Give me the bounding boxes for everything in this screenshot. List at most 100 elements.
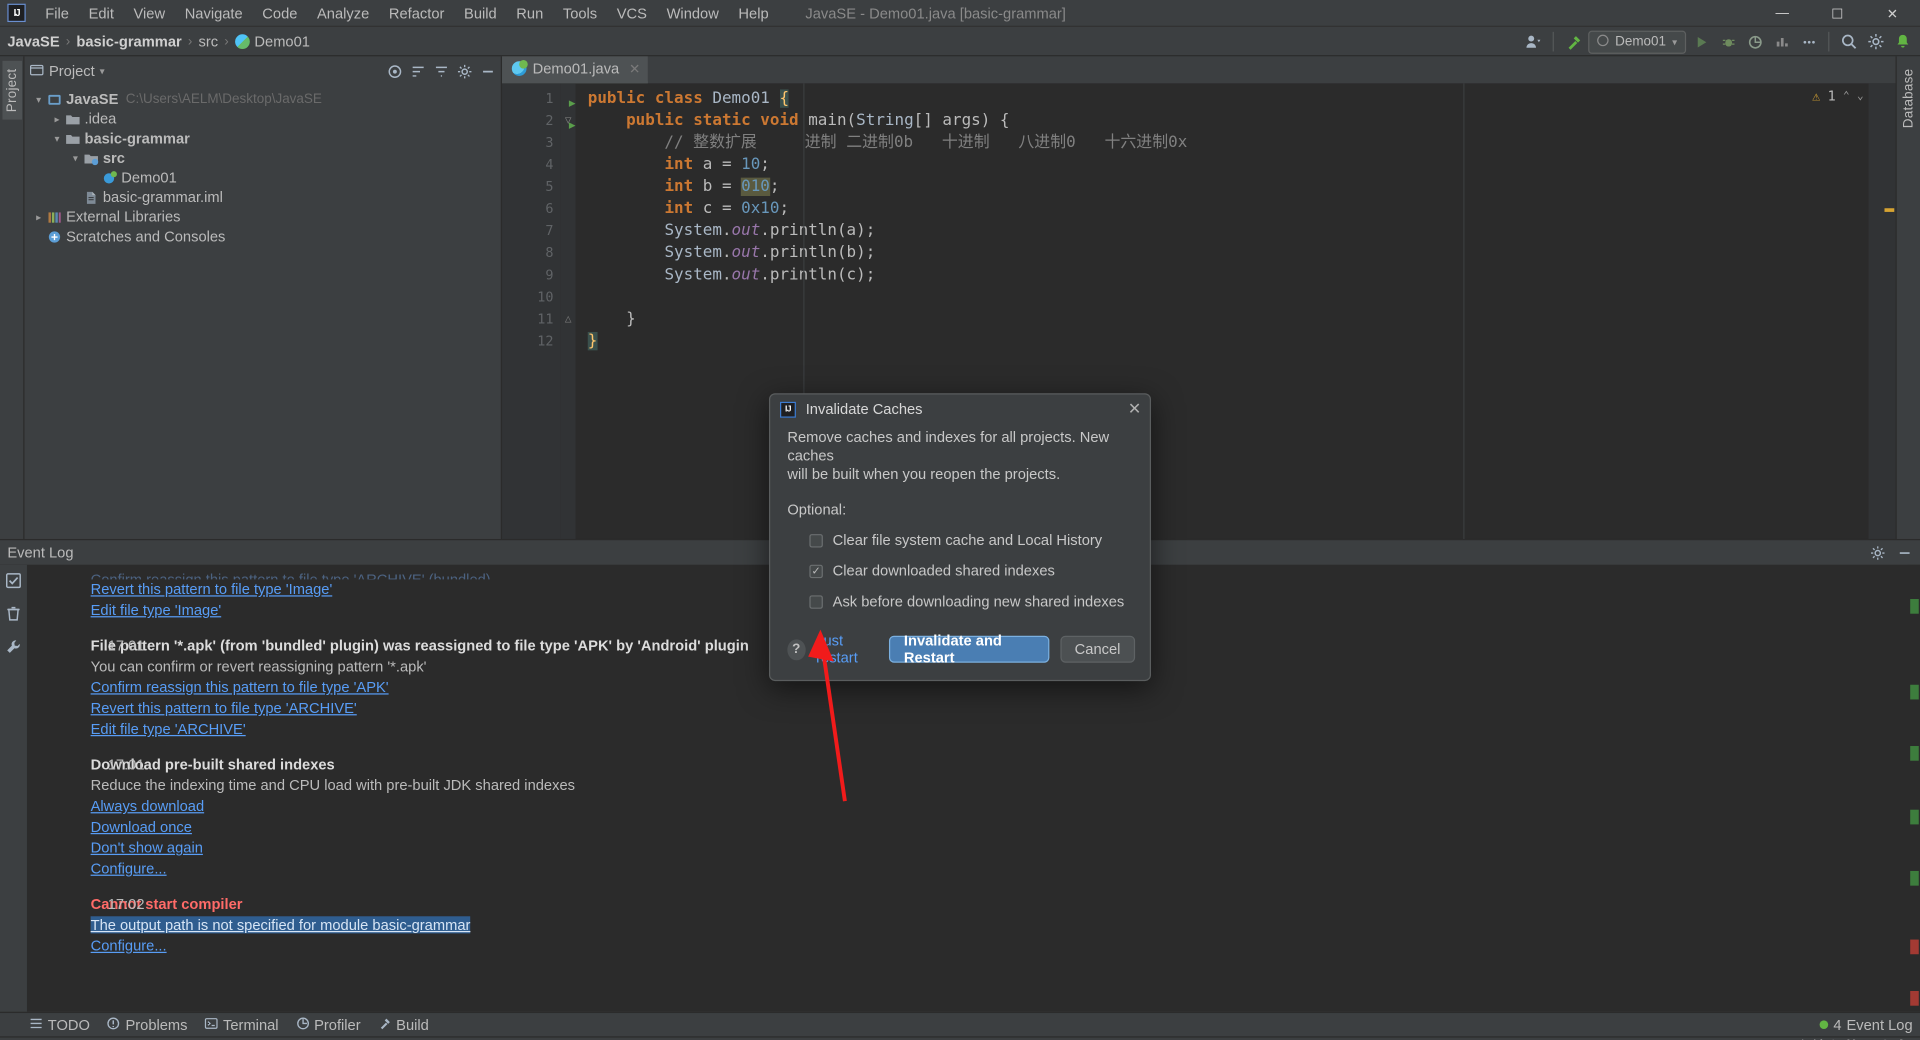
minimize-button[interactable]: — bbox=[1755, 0, 1810, 27]
mark-read-icon[interactable] bbox=[5, 572, 22, 593]
bottom-tab-build[interactable]: Build bbox=[378, 1016, 429, 1033]
run-configuration-selector[interactable]: Demo01 ▾ bbox=[1588, 30, 1687, 54]
inspection-status-widget[interactable]: ⚠ 1 ⌃ ⌄ bbox=[1812, 88, 1864, 104]
breadcrumb-item-demo01[interactable]: Demo01 bbox=[234, 32, 310, 50]
event-action-link[interactable]: Always download bbox=[91, 796, 1920, 817]
sort-alpha-icon[interactable] bbox=[409, 62, 426, 79]
nav-up-icon[interactable]: ⌃ bbox=[1843, 90, 1850, 102]
menu-item-code[interactable]: Code bbox=[252, 2, 307, 24]
tree-node-external-libraries[interactable]: ▸ External Libraries bbox=[27, 207, 501, 227]
checkbox-row[interactable]: ✓ Clear downloaded shared indexes bbox=[787, 562, 1132, 579]
just-restart-link[interactable]: Just restart bbox=[816, 632, 878, 666]
sidebar-tab-project[interactable]: Project bbox=[1, 61, 22, 120]
notifications-icon[interactable] bbox=[1891, 29, 1915, 53]
more-options-icon[interactable] bbox=[1796, 29, 1820, 53]
close-icon[interactable]: ✕ bbox=[629, 61, 640, 77]
bottom-tab-profiler[interactable]: Profiler bbox=[296, 1016, 361, 1033]
menu-item-analyze[interactable]: Analyze bbox=[307, 2, 379, 24]
menu-item-refactor[interactable]: Refactor bbox=[379, 2, 454, 24]
code-folding-column[interactable]: ▽ △ bbox=[560, 83, 576, 539]
event-log-tab[interactable]: 4 Event Log bbox=[1819, 1016, 1913, 1033]
user-avatar-icon[interactable] bbox=[1521, 29, 1545, 53]
menu-item-run[interactable]: Run bbox=[506, 2, 553, 24]
bottom-tab-terminal[interactable]: Terminal bbox=[205, 1016, 279, 1033]
hide-panel-icon[interactable] bbox=[479, 62, 496, 79]
expand-arrow-icon[interactable]: ▸ bbox=[50, 113, 63, 124]
flatten-packages-icon[interactable] bbox=[432, 62, 449, 79]
event-title: Cannot start compiler bbox=[90, 895, 243, 913]
code-editor[interactable]: 1 ▶ 2 ▶ 3 4 5 6 7 8 9 10 11 12 ▽ △ public class Demo01… bbox=[502, 83, 1896, 539]
cancel-button[interactable]: Cancel bbox=[1059, 635, 1136, 663]
expand-arrow-icon[interactable]: ▾ bbox=[69, 153, 82, 164]
invalidate-and-restart-button[interactable]: Invalidate and Restart bbox=[889, 632, 1049, 666]
breadcrumb-item-basic-grammar[interactable]: basic-grammar bbox=[76, 32, 181, 49]
editor-tab-demo01[interactable]: Demo01.java ✕ bbox=[502, 56, 648, 84]
event-action-link[interactable]: Configure... bbox=[91, 936, 1920, 957]
event-action-link[interactable]: Edit file type 'ARCHIVE' bbox=[91, 719, 1920, 740]
tree-node-scratches-and-consoles[interactable]: Scratches and Consoles bbox=[27, 227, 501, 247]
expand-arrow-icon[interactable]: ▸ bbox=[32, 211, 45, 222]
tree-node--idea[interactable]: ▸ .idea bbox=[27, 109, 501, 129]
hammer-build-icon[interactable] bbox=[1561, 29, 1585, 53]
checkbox-row[interactable]: Clear file system cache and Local Histor… bbox=[787, 532, 1132, 549]
chevron-down-icon[interactable]: ▾ bbox=[100, 66, 105, 77]
project-panel-title-group[interactable]: Project ▾ bbox=[29, 62, 105, 80]
run-gutter-icon[interactable]: ▶ bbox=[569, 115, 576, 137]
hide-panel-icon[interactable] bbox=[1896, 544, 1913, 561]
menu-item-tools[interactable]: Tools bbox=[553, 2, 607, 24]
warning-marker[interactable] bbox=[1884, 208, 1895, 212]
tree-node-basic-grammar[interactable]: ▾ basic-grammar bbox=[27, 129, 501, 149]
invalidate-caches-dialog[interactable]: IJ Invalidate Caches ✕ Remove caches and… bbox=[768, 393, 1152, 682]
event-action-link[interactable]: Don't show again bbox=[91, 838, 1920, 859]
breadcrumb-item-javase[interactable]: JavaSE bbox=[7, 32, 59, 49]
menu-item-edit[interactable]: Edit bbox=[79, 2, 124, 24]
menu-item-navigate[interactable]: Navigate bbox=[175, 2, 253, 24]
bottom-tab-label: Problems bbox=[125, 1016, 188, 1034]
tree-node-demo01[interactable]: Demo01 bbox=[27, 168, 501, 188]
run-gutter-icon[interactable]: ▶ bbox=[569, 93, 576, 115]
checkbox-row[interactable]: Ask before downloading new shared indexe… bbox=[787, 593, 1132, 610]
tree-node-src[interactable]: ▾ src bbox=[27, 148, 501, 168]
sidebar-tab-database[interactable]: Database bbox=[1899, 61, 1919, 135]
search-icon[interactable] bbox=[1837, 29, 1861, 53]
event-action-link[interactable]: Revert this pattern to file type 'ARCHIV… bbox=[91, 698, 1920, 719]
tree-node-basic-grammar-iml[interactable]: basic-grammar.iml bbox=[27, 187, 501, 207]
help-button[interactable]: ? bbox=[787, 638, 806, 660]
event-selected-text[interactable]: The output path is not specified for mod… bbox=[90, 915, 1920, 936]
checkbox-unchecked-icon[interactable] bbox=[809, 594, 823, 609]
run-coverage-icon[interactable] bbox=[1742, 29, 1766, 53]
configure-wrench-icon[interactable] bbox=[5, 638, 22, 659]
breadcrumb-item-src[interactable]: src bbox=[198, 32, 218, 49]
nav-down-icon[interactable]: ⌄ bbox=[1857, 90, 1864, 102]
event-action-link[interactable]: Configure... bbox=[91, 859, 1920, 880]
menu-item-build[interactable]: Build bbox=[454, 2, 506, 24]
event-log-scrollbar[interactable] bbox=[1907, 564, 1920, 1012]
menu-item-vcs[interactable]: VCS bbox=[607, 2, 657, 24]
bottom-tab-todo[interactable]: TODO bbox=[29, 1016, 90, 1033]
menu-item-file[interactable]: File bbox=[36, 2, 79, 24]
close-icon[interactable]: ✕ bbox=[1128, 399, 1141, 419]
editor-right-gutter[interactable] bbox=[1868, 83, 1896, 539]
settings-gear-icon[interactable] bbox=[1869, 544, 1886, 561]
collapse-scope-icon[interactable] bbox=[386, 62, 403, 79]
tree-node-javase[interactable]: ▾ JavaSE C:\Users\AELM\Desktop\JavaSE bbox=[27, 89, 501, 109]
event-action-link[interactable]: Download once bbox=[91, 817, 1920, 838]
expand-arrow-icon[interactable]: ▾ bbox=[50, 133, 63, 144]
bottom-tab-problems[interactable]: Problems bbox=[107, 1016, 188, 1034]
settings-gear-icon[interactable] bbox=[1864, 29, 1888, 53]
close-button[interactable]: ✕ bbox=[1865, 0, 1920, 27]
menu-item-window[interactable]: Window bbox=[657, 2, 729, 24]
profiler-icon[interactable] bbox=[1769, 29, 1793, 53]
run-icon[interactable] bbox=[1689, 29, 1713, 53]
fold-toggle-icon[interactable]: △ bbox=[561, 309, 576, 331]
debug-icon[interactable] bbox=[1716, 29, 1740, 53]
checkbox-checked-icon[interactable]: ✓ bbox=[809, 564, 823, 578]
trash-icon[interactable] bbox=[5, 605, 22, 626]
settings-gear-icon[interactable] bbox=[456, 62, 473, 79]
menu-item-view[interactable]: View bbox=[124, 2, 175, 24]
menu-item-help[interactable]: Help bbox=[729, 2, 779, 24]
code-line-11: } bbox=[587, 309, 636, 329]
checkbox-unchecked-icon[interactable] bbox=[809, 533, 823, 547]
maximize-button[interactable]: ☐ bbox=[1810, 0, 1865, 27]
expand-arrow-icon[interactable]: ▾ bbox=[32, 94, 45, 105]
